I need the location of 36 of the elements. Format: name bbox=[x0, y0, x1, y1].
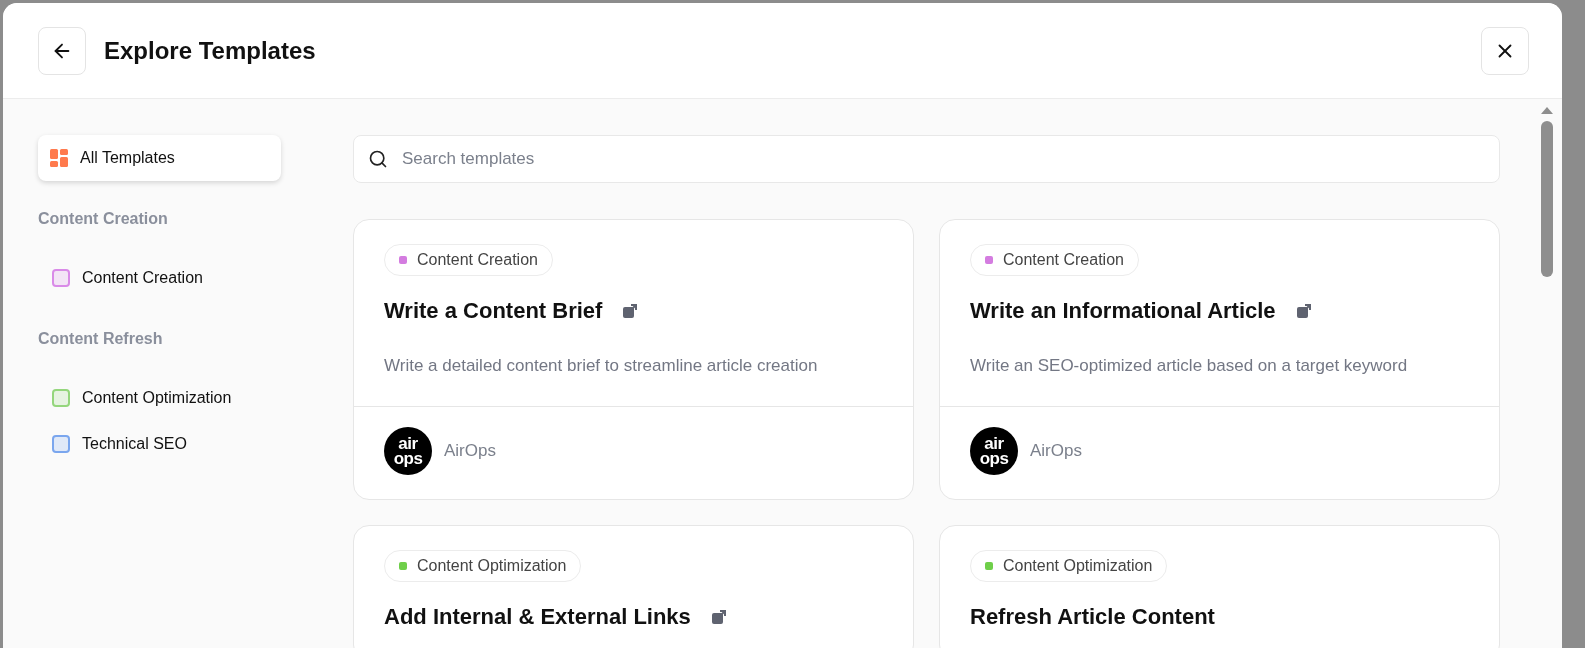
search-field[interactable]: Search templates bbox=[353, 135, 1500, 183]
sidebar-item[interactable]: Content Creation bbox=[38, 255, 281, 301]
section-heading: Content Creation bbox=[38, 209, 169, 229]
template-title: Write an Informational Article bbox=[970, 298, 1276, 324]
grid-icon bbox=[50, 149, 68, 167]
tag-label: Content Creation bbox=[1003, 251, 1124, 269]
template-card[interactable]: Content Optimization Refresh Article Content bbox=[939, 525, 1500, 648]
template-card[interactable]: Content Creation Write a Content Brief Write a detailed content brief to streamline article creation air ops AirOps bbox=[353, 219, 914, 500]
search-input[interactable]: Search templates bbox=[400, 148, 1485, 170]
sidebar-item[interactable]: Technical SEO bbox=[38, 421, 281, 467]
template-card[interactable]: Content Creation Write an Informational Article Write an SEO-optimized article based on a target keyword air ops AirOps bbox=[939, 219, 1500, 500]
external-link-icon[interactable] bbox=[1295, 303, 1312, 319]
tag-label: Content Creation bbox=[417, 251, 538, 269]
template-title: Add Internal & External Links bbox=[384, 604, 691, 630]
dialog-title: Explore Templates bbox=[104, 36, 317, 65]
sidebar-item[interactable]: Content Optimization bbox=[38, 375, 281, 421]
external-link-icon[interactable] bbox=[622, 303, 639, 319]
scrollbar-thumb[interactable] bbox=[1541, 121, 1553, 277]
tag-label: Content Optimization bbox=[417, 557, 567, 575]
tag-label: Content Optimization bbox=[1003, 557, 1153, 575]
template-title: Write a Content Brief bbox=[384, 298, 603, 324]
scroll-up-icon[interactable] bbox=[1540, 105, 1554, 115]
template-description: Write an SEO-optimized article based on a target keyword bbox=[970, 356, 1408, 376]
template-card[interactable]: Content Optimization Add Internal & External Links bbox=[353, 525, 914, 648]
close-button[interactable] bbox=[1481, 26, 1529, 75]
template-description: Write a detailed content brief to streamline article creation bbox=[384, 356, 818, 376]
author-name: AirOps bbox=[1030, 441, 1082, 461]
author-name: AirOps bbox=[444, 441, 496, 461]
search-icon bbox=[368, 149, 388, 169]
template-title: Refresh Article Content bbox=[970, 604, 1215, 630]
section-heading: Content Refresh bbox=[38, 329, 164, 349]
external-link-icon[interactable] bbox=[710, 609, 727, 625]
author-logo: air ops bbox=[970, 427, 1018, 475]
sidebar-item[interactable]: All Templates bbox=[38, 135, 281, 181]
back-button[interactable] bbox=[38, 26, 86, 75]
author-logo: air ops bbox=[384, 427, 432, 475]
